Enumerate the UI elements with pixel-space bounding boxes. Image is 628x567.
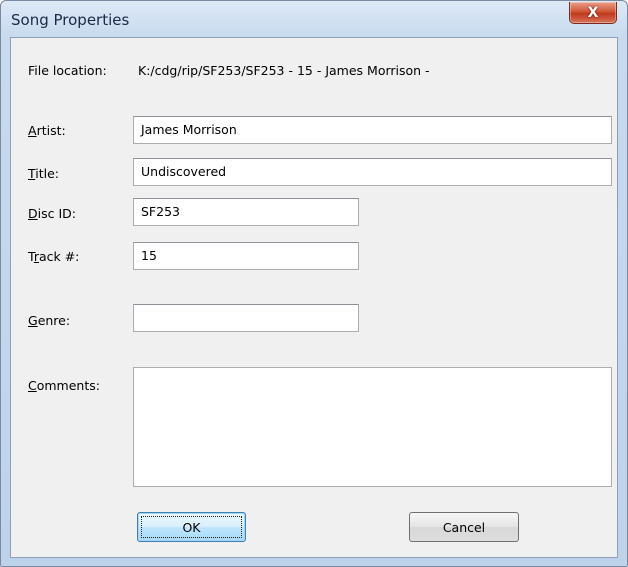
disc-id-mnemonic: D (28, 206, 38, 221)
artist-mnemonic: A (28, 123, 37, 138)
genre-input[interactable] (133, 304, 359, 332)
title-label: Title: (28, 166, 59, 181)
song-properties-dialog: Song Properties X File location: K:/cdg/… (0, 0, 628, 567)
comments-label-text: omments: (36, 378, 100, 393)
ok-button-label: OK (182, 519, 201, 535)
disc-id-value: SF253 (141, 204, 180, 219)
track-label: Track #: (28, 249, 79, 264)
file-location-label: File location: (28, 63, 107, 78)
genre-label: Genre: (28, 313, 70, 328)
title-bar[interactable]: Song Properties X (1, 1, 627, 37)
disc-id-label-text: isc ID: (37, 206, 76, 221)
title-input[interactable]: Undiscovered (133, 158, 612, 186)
file-location-value: K:/cdg/rip/SF253/SF253 - 15 - James Morr… (138, 63, 430, 78)
artist-label-text: rtist: (36, 123, 66, 138)
track-input[interactable]: 15 (133, 242, 359, 270)
title-value: Undiscovered (141, 164, 227, 179)
dialog-title: Song Properties (11, 11, 130, 29)
genre-mnemonic: G (28, 313, 38, 328)
genre-label-text: enre: (37, 313, 71, 328)
title-label-text: itle: (35, 166, 60, 181)
cancel-button-label: Cancel (442, 519, 486, 535)
comments-textarea[interactable] (133, 367, 612, 487)
artist-label: Artist: (28, 123, 66, 138)
disc-id-label: Disc ID: (28, 206, 76, 221)
comments-label: Comments: (28, 378, 100, 393)
cancel-button[interactable]: Cancel (409, 512, 519, 542)
dialog-client-area: File location: K:/cdg/rip/SF253/SF253 - … (10, 37, 618, 558)
close-icon: X (587, 4, 599, 21)
track-value: 15 (141, 248, 157, 263)
ok-button[interactable]: OK (137, 512, 246, 542)
artist-input[interactable]: James Morrison (133, 116, 612, 144)
comments-mnemonic: C (28, 378, 37, 393)
disc-id-input[interactable]: SF253 (133, 198, 359, 226)
close-button[interactable]: X (569, 2, 617, 24)
artist-value: James Morrison (141, 122, 237, 137)
track-label-text: ack #: (38, 249, 80, 264)
